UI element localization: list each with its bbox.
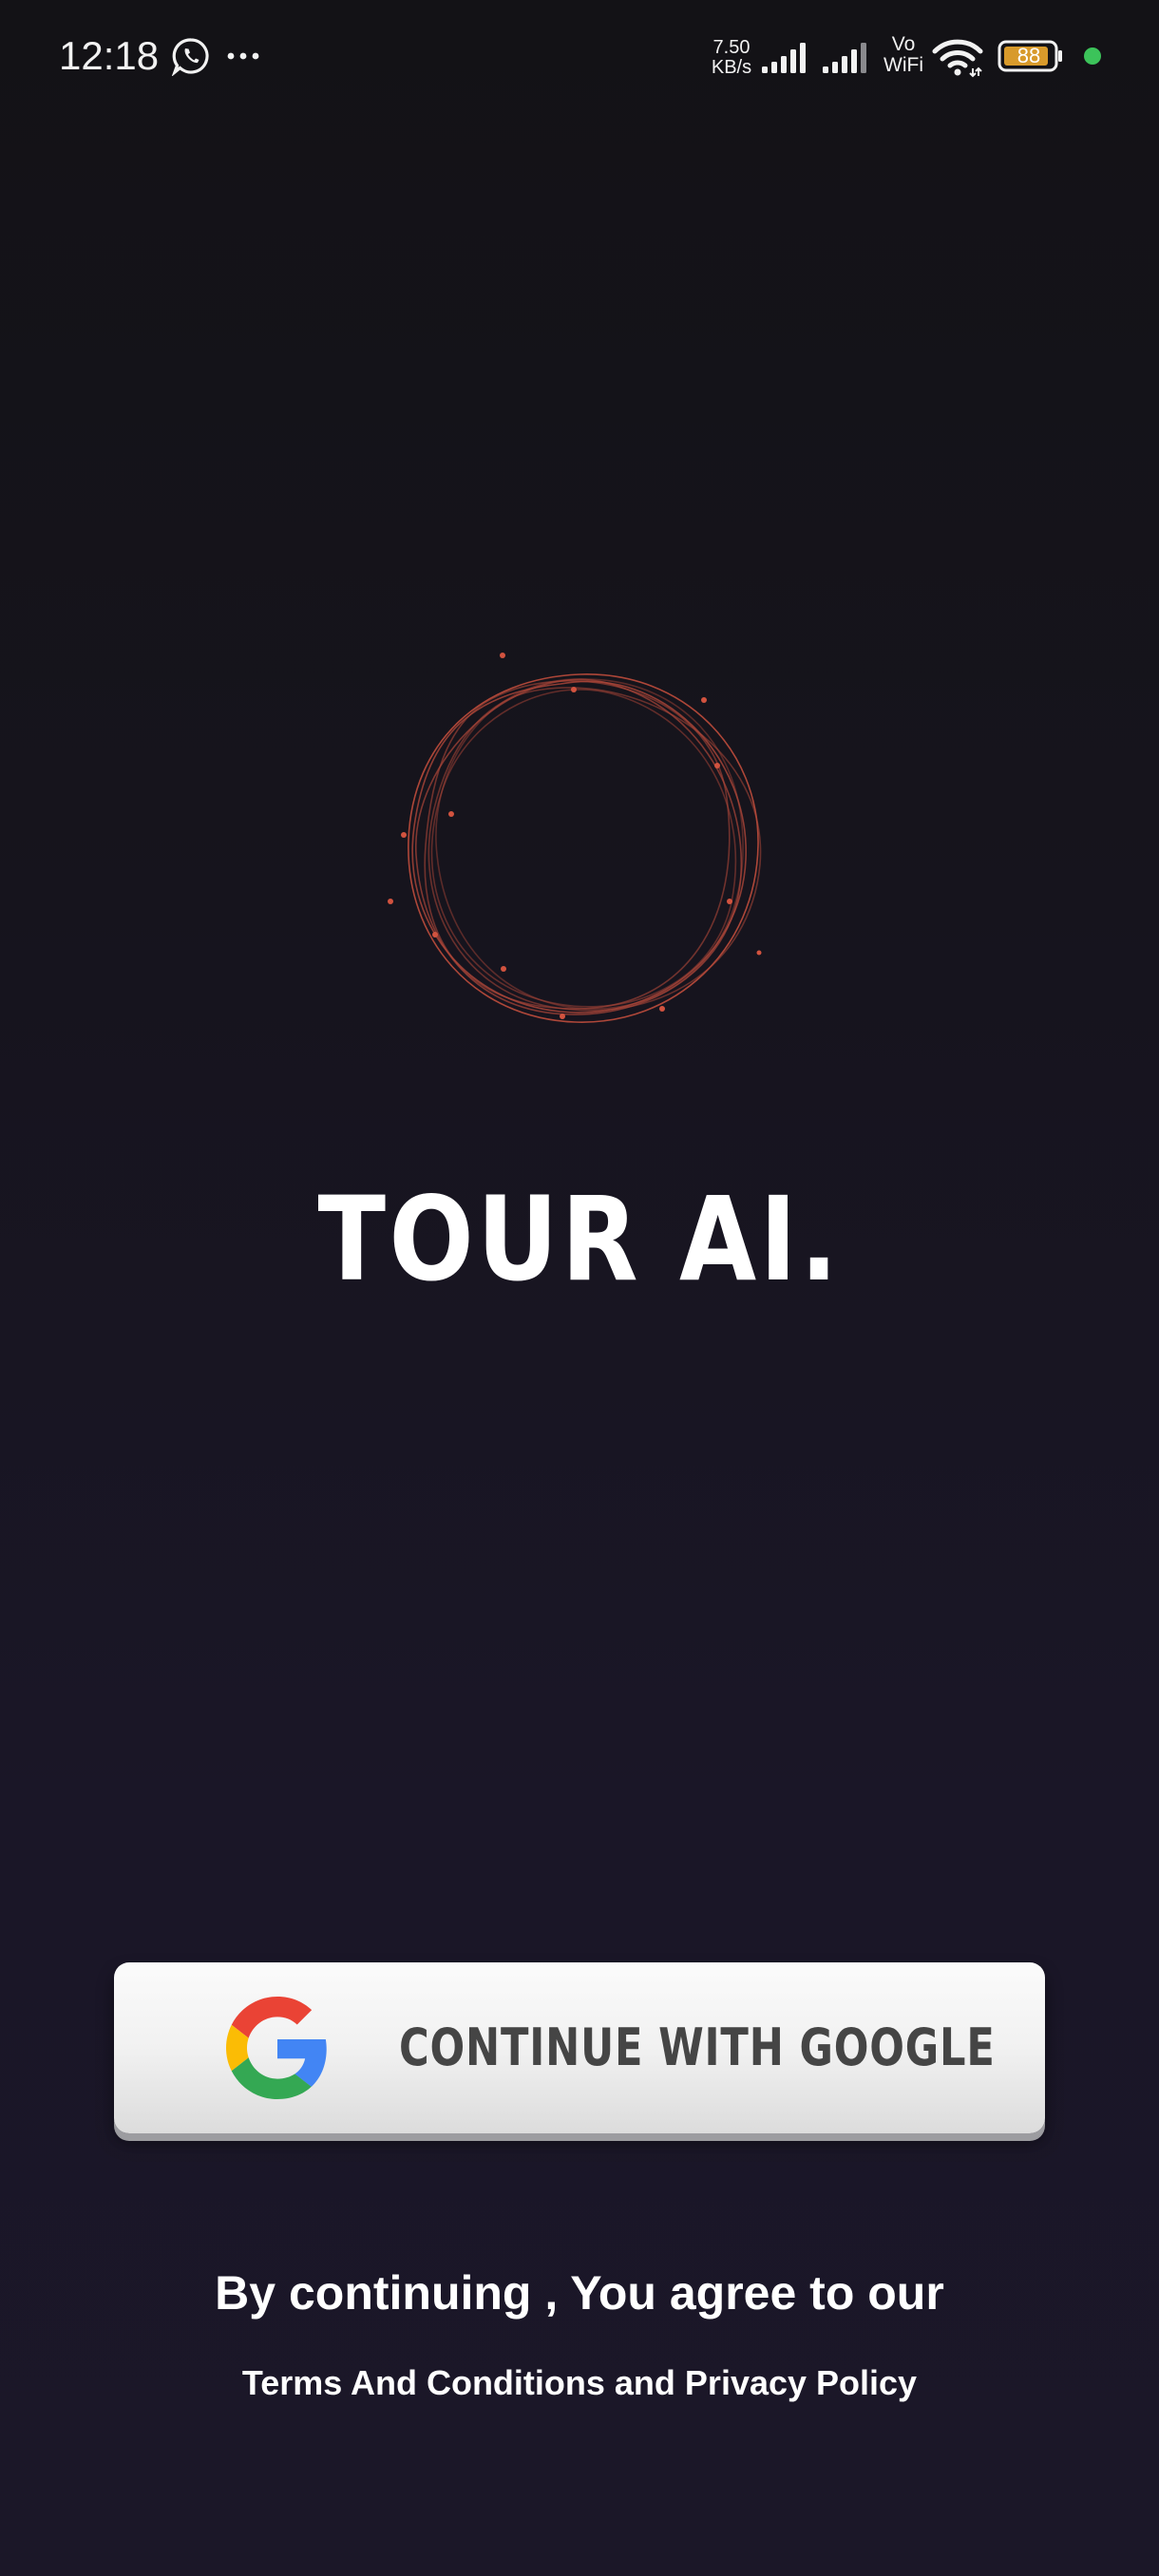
app-title: TOUR AI.: [317, 1172, 842, 1307]
animated-orb-logo: [388, 653, 762, 1023]
wifi-icon: [932, 39, 983, 78]
google-button-label: CONTINUE WITH GOOGLE: [399, 2017, 996, 2077]
vowifi-bottom: WiFi: [884, 54, 923, 76]
whatsapp-icon: [171, 38, 209, 76]
network-speed: 7.50 KB/s: [703, 38, 760, 78]
battery-level: 88: [1016, 44, 1041, 67]
terms-and-privacy-link[interactable]: Terms And Conditions and Privacy Policy: [0, 2361, 1159, 2405]
vowifi-indicator: Vo WiFi: [880, 34, 927, 76]
network-speed-value: 7.50: [712, 37, 750, 58]
signal-icon: [823, 43, 866, 73]
network-speed-unit: KB/s: [711, 57, 752, 78]
google-g-icon: [226, 1997, 327, 2099]
more-dots-icon: [227, 52, 259, 60]
status-bar: 12:18 7.50 KB/s Vo WiFi 88: [0, 0, 1159, 114]
agreement-text: By continuing , You agree to our: [215, 2266, 944, 2320]
continue-with-google-button[interactable]: CONTINUE WITH GOOGLE: [114, 1962, 1045, 2133]
status-time: 12:18: [59, 33, 160, 78]
privacy-indicator-dot: [1084, 47, 1101, 65]
signal-icon: [762, 43, 806, 73]
vowifi-top: Vo: [891, 33, 916, 55]
